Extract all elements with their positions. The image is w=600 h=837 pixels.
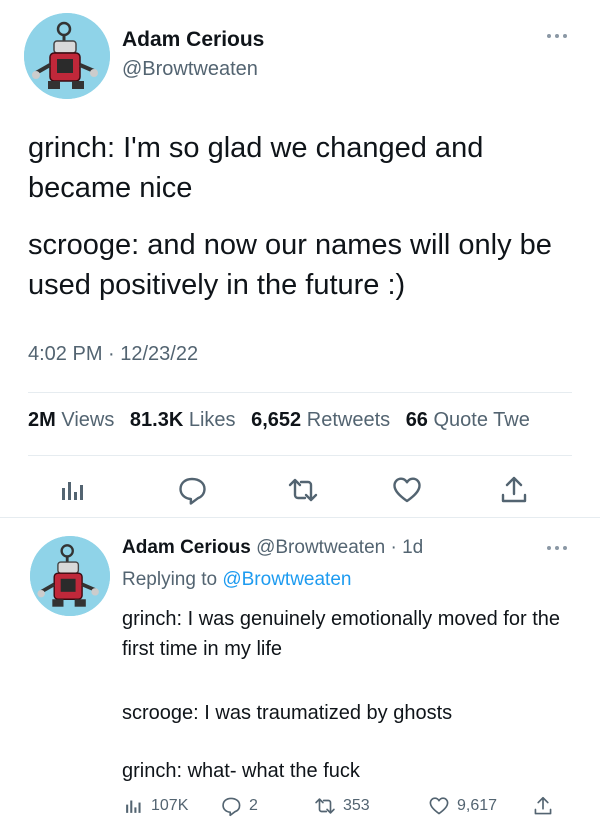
retweets-label[interactable]: Retweets: [307, 409, 390, 431]
reply-text-paragraph-3: grinch: what- what the fuck: [122, 760, 360, 782]
reply-replies-count: 2: [249, 797, 258, 814]
robot-avatar-icon: [30, 536, 110, 616]
ellipsis-icon: [547, 34, 567, 38]
divider: [0, 517, 600, 518]
author-name[interactable]: Adam Cerious: [122, 28, 264, 52]
engagement-stats: 2M Views 81.3K Likes 6,652 Retweets 66 Q…: [28, 409, 540, 432]
bar-chart-icon: [126, 800, 141, 813]
reply-text-paragraph-1: grinch: I was genuinely emotionally move…: [122, 608, 561, 660]
reply-button[interactable]: [176, 474, 208, 506]
reply-retweet-button[interactable]: 353: [314, 795, 370, 817]
reply-header: Adam Cerious @Browtweaten · 1d: [122, 537, 423, 559]
replying-to-link[interactable]: @Browtweaten: [222, 569, 351, 590]
bar-chart-icon: [62, 482, 83, 500]
replying-to-prefix: Replying to: [122, 569, 218, 590]
reply-views-count: 107K: [151, 797, 189, 814]
speech-bubble-icon: [179, 477, 206, 505]
tweet-timestamp[interactable]: 4:02 PM · 12/23/22: [28, 343, 198, 366]
reply-retweets-count: 353: [343, 797, 370, 814]
divider: [28, 392, 572, 393]
reply-share-button[interactable]: [532, 795, 554, 817]
heart-icon: [393, 477, 421, 503]
reply-action-bar: 107K 2 353 9,617: [122, 795, 582, 821]
tweet-text-paragraph-2: scrooge: and now our names will only be …: [28, 229, 552, 301]
divider: [28, 455, 572, 456]
likes-label[interactable]: Likes: [189, 409, 236, 431]
retweet-arrows-icon: [315, 798, 335, 814]
replying-to-line: Replying to @Browtweaten: [122, 569, 351, 591]
upload-arrow-icon: [534, 796, 552, 815]
share-button[interactable]: [498, 474, 530, 506]
reply-author-avatar[interactable]: [30, 536, 110, 616]
reply-text-paragraph-2: scrooge: I was traumatized by ghosts: [122, 702, 453, 724]
speech-bubble-icon: [222, 797, 241, 817]
views-label: Views: [61, 409, 115, 431]
heart-icon: [429, 797, 449, 815]
retweet-button[interactable]: [287, 474, 319, 506]
author-avatar[interactable]: [24, 13, 110, 99]
retweets-count[interactable]: 6,652: [251, 409, 301, 431]
upload-arrow-icon: [501, 476, 527, 503]
likes-count[interactable]: 81.3K: [130, 409, 183, 431]
quotes-count[interactable]: 66: [406, 409, 428, 431]
views-count: 2M: [28, 409, 56, 431]
reply-like-button[interactable]: 9,617: [428, 795, 497, 817]
like-button[interactable]: [391, 474, 423, 506]
reply-analytics-button[interactable]: 107K: [122, 795, 188, 817]
retweet-arrows-icon: [288, 478, 318, 502]
robot-avatar-icon: [24, 13, 110, 99]
reply-time-ago[interactable]: · 1d: [391, 537, 424, 558]
quotes-label[interactable]: Quote Twe: [434, 409, 530, 431]
author-handle[interactable]: @Browtweaten: [122, 58, 258, 81]
reply-likes-count: 9,617: [457, 797, 498, 814]
reply-more-options-button[interactable]: [541, 540, 573, 556]
ellipsis-icon: [547, 546, 567, 550]
analytics-button[interactable]: [56, 474, 88, 506]
reply-author-name[interactable]: Adam Cerious: [122, 537, 251, 558]
reply-reply-button[interactable]: 2: [220, 795, 258, 817]
more-options-button[interactable]: [541, 28, 573, 44]
tweet-text-paragraph-1: grinch: I'm so glad we changed and becam…: [28, 132, 484, 204]
reply-author-handle[interactable]: @Browtweaten: [256, 537, 385, 558]
